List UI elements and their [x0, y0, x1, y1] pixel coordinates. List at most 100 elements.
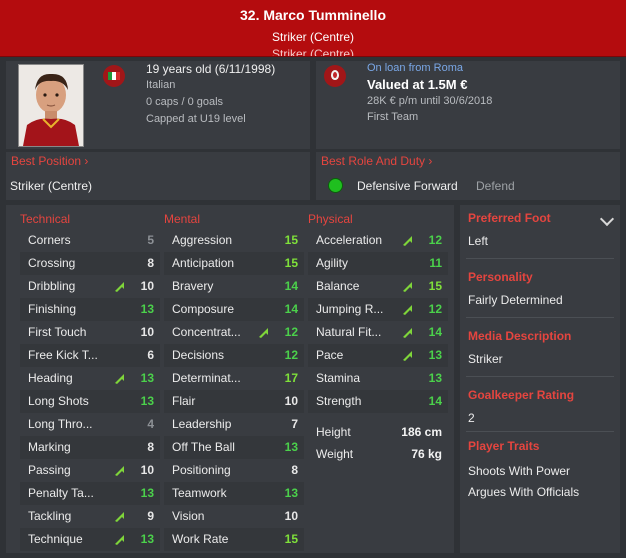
weight-label: Weight [316, 447, 354, 461]
trend-up-arrow-icon [115, 512, 124, 522]
attribute-value: 8 [291, 463, 298, 477]
preferred-foot-value: Left [468, 234, 489, 248]
attribute-label: Anticipation [172, 256, 235, 270]
attribute-value: 11 [429, 256, 442, 270]
contract-info-panel: On loan from Roma Valued at 1.5M € 28K €… [316, 61, 620, 149]
attribute-row[interactable]: Dribbling 10 [20, 275, 160, 298]
age-text: 19 years old (6/11/1998) [146, 62, 276, 76]
attribute-row[interactable]: Marking 8 [20, 436, 160, 459]
attribute-value: 12 [284, 325, 298, 339]
attribute-row[interactable]: Heading 13 [20, 367, 160, 390]
attribute-value: 14 [284, 302, 298, 316]
attribute-value: 12 [284, 348, 298, 362]
best-position-title[interactable]: Best Position › [11, 154, 88, 168]
trend-up-arrow-icon [115, 535, 124, 545]
contract-text: 28K € p/m until 30/6/2018 [367, 95, 493, 107]
attribute-row[interactable]: Acceleration 12 [308, 229, 448, 252]
squad-text: First Team [367, 111, 419, 123]
player-position-ghost: Striker (Centre) [271, 47, 354, 57]
attribute-row[interactable]: Strength 14 [308, 390, 448, 413]
personal-info-panel: 19 years old (6/11/1998) Italian 0 caps … [6, 61, 310, 149]
technical-title: Technical [20, 212, 71, 226]
divider [466, 317, 614, 318]
best-role-panel[interactable]: Best Role And Duty › Defensive Forward D… [316, 152, 620, 200]
attribute-row[interactable]: Pace 13 [308, 344, 448, 367]
attribute-label: Strength [316, 394, 362, 408]
attribute-row[interactable]: Jumping R... 12 [308, 298, 448, 321]
attribute-value: 15 [284, 256, 298, 270]
best-role-name: Defensive Forward [357, 179, 458, 193]
trend-up-arrow-icon [259, 328, 268, 338]
attribute-row[interactable]: Tackling 9 [20, 505, 160, 528]
attribute-row[interactable]: Decisions 12 [164, 344, 304, 367]
best-position-panel[interactable]: Best Position › Striker (Centre) [6, 152, 310, 200]
caps-text: 0 caps / 0 goals [146, 96, 224, 108]
attribute-row[interactable]: Natural Fit... 14 [308, 321, 448, 344]
chevron-down-icon[interactable] [599, 211, 615, 227]
attribute-value: 13 [140, 394, 154, 408]
trend-up-arrow-icon [403, 328, 412, 338]
attribute-row[interactable]: Positioning 8 [164, 459, 304, 482]
attribute-row[interactable]: Vision 10 [164, 505, 304, 528]
player-title: 32. Marco Tumminello [240, 7, 386, 23]
attribute-value: 10 [284, 509, 298, 523]
attribute-row[interactable]: Composure 14 [164, 298, 304, 321]
attribute-row[interactable]: Corners 5 [20, 229, 160, 252]
attribute-row[interactable]: Aggression 15 [164, 229, 304, 252]
attribute-row[interactable]: Anticipation 15 [164, 252, 304, 275]
attribute-row[interactable]: Off The Ball 13 [164, 436, 304, 459]
attribute-label: Corners [28, 233, 71, 247]
loan-link[interactable]: On loan from Roma [367, 62, 463, 74]
attribute-label: Bravery [172, 279, 214, 293]
attribute-label: Crossing [28, 256, 76, 270]
attribute-row[interactable]: Stamina 13 [308, 367, 448, 390]
attribute-label: Stamina [316, 371, 361, 385]
attribute-row[interactable]: Teamwork 13 [164, 482, 304, 505]
attribute-row[interactable]: Finishing 13 [20, 298, 160, 321]
attribute-row[interactable]: Crossing 8 [20, 252, 160, 275]
attribute-value: 13 [284, 486, 298, 500]
weight-value: 76 kg [411, 447, 442, 461]
roma-crest-icon[interactable] [324, 65, 346, 87]
attribute-value: 13 [140, 486, 154, 500]
trait-item: Argues With Officials [468, 485, 580, 499]
attribute-row[interactable]: Technique 13 [20, 528, 160, 551]
attribute-value: 6 [147, 348, 154, 362]
personality-value: Fairly Determined [468, 293, 563, 307]
attribute-label: Marking [28, 440, 71, 454]
attribute-label: Work Rate [172, 532, 229, 546]
trend-up-arrow-icon [115, 374, 124, 384]
attribute-value: 9 [147, 509, 154, 523]
attribute-label: Teamwork [172, 486, 227, 500]
attribute-row[interactable]: Balance 15 [308, 275, 448, 298]
attribute-value: 8 [147, 440, 154, 454]
attribute-label: Off The Ball [172, 440, 235, 454]
trait-item: Shoots With Power [468, 464, 571, 478]
attribute-label: Aggression [172, 233, 233, 247]
attribute-row[interactable]: Long Thro... 4 [20, 413, 160, 436]
attribute-label: Technique [28, 532, 83, 546]
attribute-row[interactable]: Agility 11 [308, 252, 448, 275]
best-role-title[interactable]: Best Role And Duty › [321, 154, 432, 168]
attribute-row[interactable]: Passing 10 [20, 459, 160, 482]
attribute-row[interactable]: Long Shots 13 [20, 390, 160, 413]
attribute-row[interactable]: Concentrat... 12 [164, 321, 304, 344]
attribute-label: Acceleration [316, 233, 383, 247]
trend-up-arrow-icon [403, 282, 412, 292]
attribute-row[interactable]: Bravery 14 [164, 275, 304, 298]
attribute-row[interactable]: Leadership 7 [164, 413, 304, 436]
attribute-label: Flair [172, 394, 196, 408]
attribute-row[interactable]: First Touch 10 [20, 321, 160, 344]
trend-up-arrow-icon [403, 305, 412, 315]
divider [466, 431, 614, 432]
attribute-row[interactable]: Free Kick T... 6 [20, 344, 160, 367]
attribute-row[interactable]: Flair 10 [164, 390, 304, 413]
player-header: 32. Marco Tumminello Striker (Centre) St… [0, 0, 626, 57]
attribute-row[interactable]: Work Rate 15 [164, 528, 304, 551]
attribute-value: 15 [428, 279, 442, 293]
attribute-row[interactable]: Penalty Ta... 13 [20, 482, 160, 505]
attribute-value: 13 [140, 532, 154, 546]
attribute-label: Passing [28, 463, 71, 477]
attribute-row[interactable]: Determinat... 17 [164, 367, 304, 390]
attribute-label: Penalty Ta... [28, 486, 94, 500]
